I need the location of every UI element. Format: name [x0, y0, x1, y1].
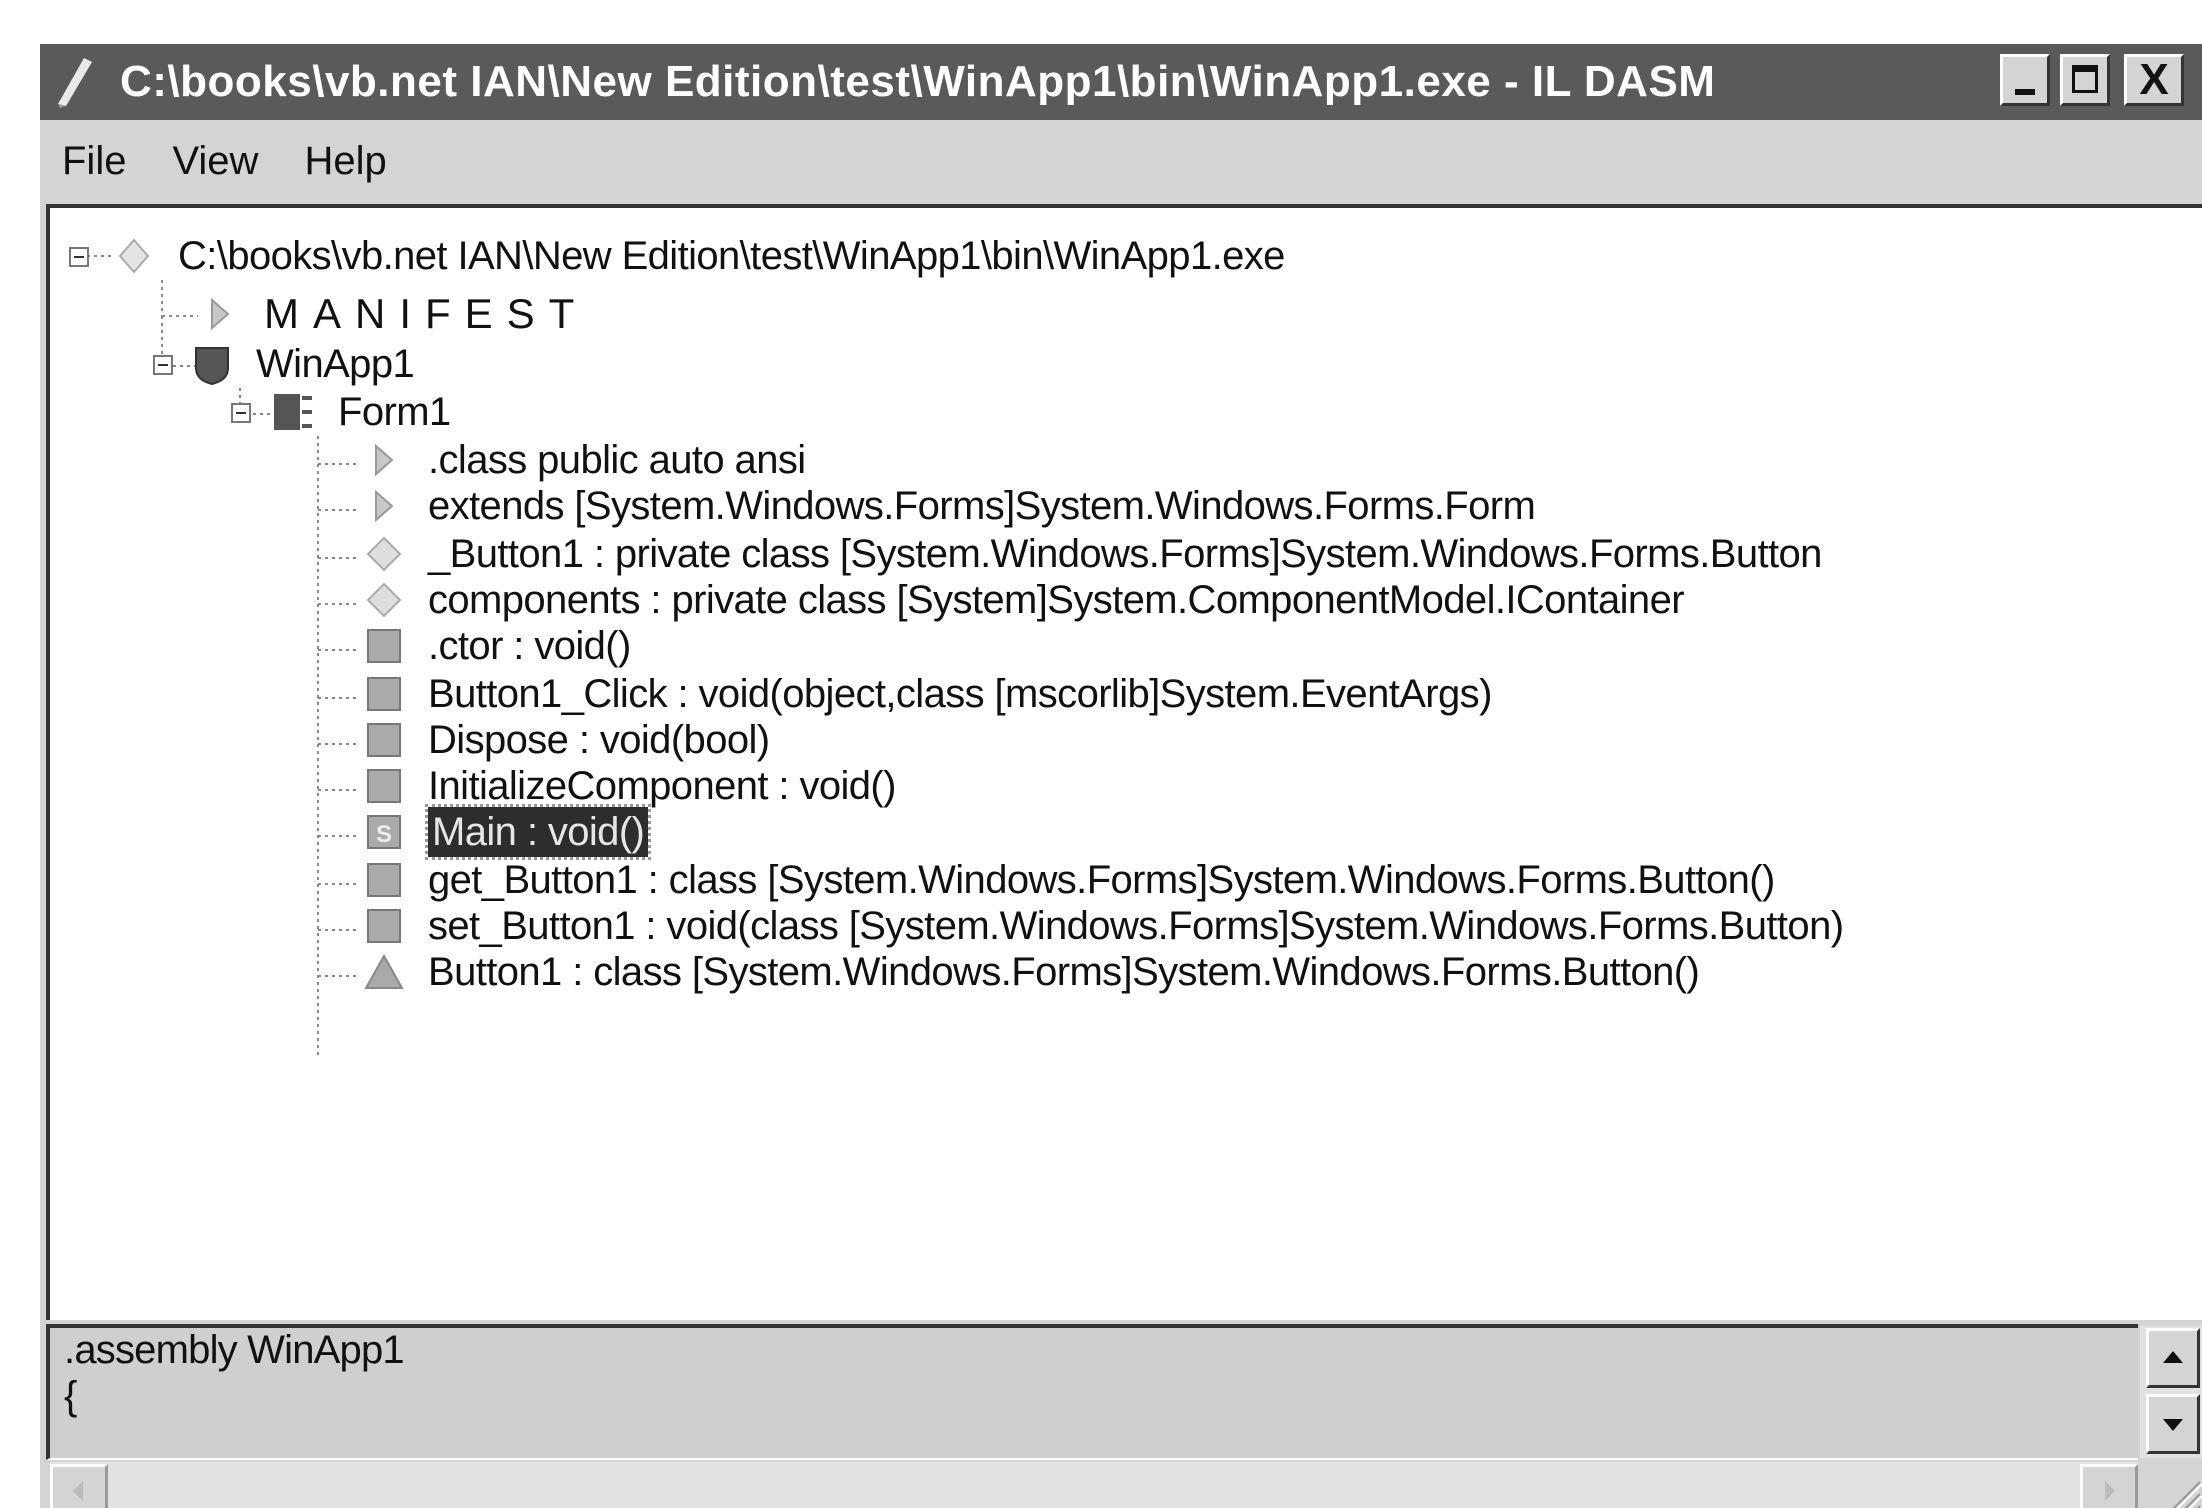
namespace-shield-icon [195, 347, 229, 386]
property-triangle-icon [364, 953, 404, 989]
scroll-down-button[interactable] [2146, 1394, 2200, 1454]
title-bar[interactable]: C:\books\vb.net IAN\New Edition\test\Win… [40, 44, 2202, 120]
scroll-up-button[interactable] [2146, 1328, 2200, 1388]
menu-help[interactable]: Help [304, 139, 386, 184]
resize-grip[interactable] [2140, 1462, 2202, 1508]
vertical-scrollbar[interactable] [2140, 1326, 2202, 1458]
tree-node-label: Button1 : class [System.Windows.Forms]Sy… [428, 950, 1700, 994]
ildasm-app-icon [58, 58, 92, 108]
maximize-icon [2072, 65, 2098, 93]
scroll-left-button[interactable] [50, 1464, 108, 1508]
class-icon [274, 394, 312, 430]
tree-node-label: C:\books\vb.net IAN\New Edition\test\Win… [178, 234, 1285, 278]
horizontal-scrollbar[interactable] [50, 1462, 2138, 1508]
close-button[interactable]: X [2124, 54, 2184, 106]
minimize-button[interactable] [2000, 54, 2050, 106]
arrow-up-icon [2163, 1351, 2183, 1363]
menu-bar: File View Help [40, 124, 2202, 198]
tree-node-assembly[interactable]: C:\books\vb.net IAN\New Edition\test\Win… [112, 226, 1285, 286]
tree-node-property[interactable]: Button1 : class [System.Windows.Forms]Sy… [362, 942, 1700, 1002]
minimize-icon [2015, 89, 2035, 95]
close-icon: X [2139, 55, 2169, 104]
static-method-icon: S [367, 815, 401, 849]
assembly-diamond-icon [118, 238, 150, 274]
il-dasm-window: C:\books\vb.net IAN\New Edition\test\Win… [36, 40, 2202, 1508]
disassembly-text-pane[interactable]: .assembly WinApp1 { [46, 1324, 2138, 1460]
method-square-icon [367, 629, 401, 663]
maximize-button[interactable] [2060, 54, 2110, 106]
triangle-right-icon [375, 489, 394, 523]
scroll-right-button[interactable] [2080, 1464, 2138, 1508]
arrow-right-icon [2105, 1481, 2115, 1501]
resize-grip-icon [2172, 1481, 2202, 1508]
disassembly-line: { [64, 1374, 77, 1418]
tree-view[interactable]: C:\books\vb.net IAN\New Edition\test\Win… [46, 204, 2202, 1320]
menu-view[interactable]: View [172, 139, 258, 184]
arrow-left-icon [73, 1481, 83, 1501]
arrow-down-icon [2163, 1419, 2183, 1431]
menu-file[interactable]: File [62, 139, 126, 184]
window-title: C:\books\vb.net IAN\New Edition\test\Win… [120, 57, 1716, 106]
disassembly-line: .assembly WinApp1 [64, 1328, 405, 1372]
static-marker: S [376, 821, 392, 848]
triangle-right-icon [211, 297, 230, 331]
